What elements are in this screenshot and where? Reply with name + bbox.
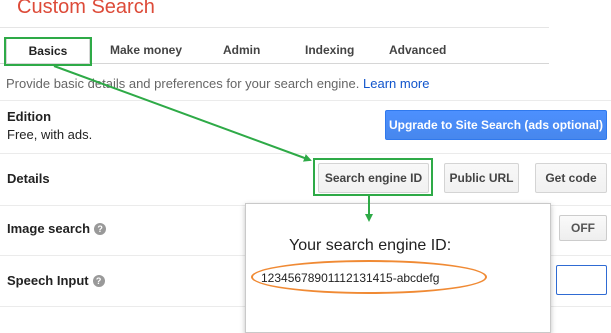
annotation-arrow-to-id-button: [53, 65, 312, 162]
annotation-arrows: [53, 65, 373, 222]
